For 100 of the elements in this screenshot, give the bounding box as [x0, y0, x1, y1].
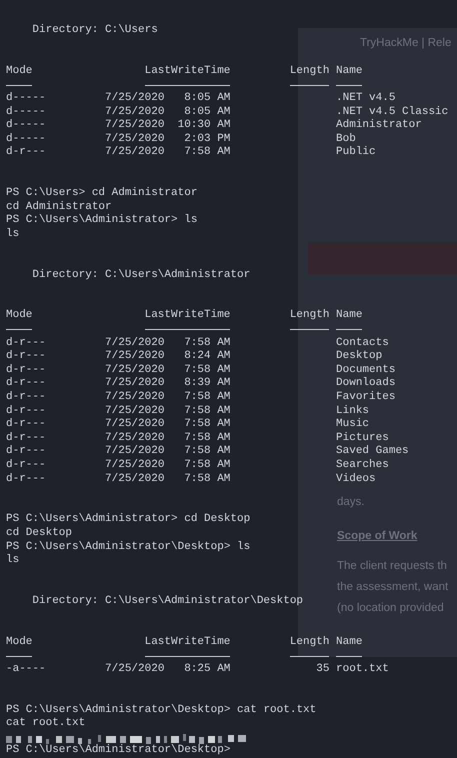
terminal-line: PS C:\Users\Administrator> cd Desktop	[6, 513, 250, 527]
column-header: Mode	[6, 309, 34, 324]
terminal-line: PS C:\Users> cd Administrator	[6, 187, 198, 201]
table-cell-text: 7:58 AM	[183, 336, 230, 350]
table-cell: 7/25/2020	[105, 459, 164, 473]
table-cell: Favorites	[336, 391, 396, 405]
paragraph-text: (no location provided	[337, 601, 444, 616]
terminal-line: PS C:\Users\Administrator\Desktop>	[6, 744, 230, 758]
table-cell-text: d-r---	[6, 418, 47, 432]
table-cell-text: d-----	[6, 119, 47, 133]
table-cell-text: d-r---	[6, 364, 47, 377]
terminal-line: cd Administrator	[6, 200, 112, 214]
column-header: Length	[288, 309, 330, 324]
column-header: Name	[336, 636, 362, 650]
table-cell-text: 7/25/2020	[105, 404, 164, 418]
table-cell-text: 7/25/2020	[105, 432, 164, 445]
terminal-line: cat root.txt	[6, 717, 86, 731]
terminal-line: PS C:\Users\Administrator> ls	[6, 214, 198, 228]
table-cell: 7/25/2020	[105, 418, 164, 432]
column-header: Name	[336, 64, 362, 78]
table-cell: Videos	[336, 472, 376, 486]
column-header: Name	[336, 309, 362, 324]
table-cell-text: d-r---	[6, 391, 47, 405]
table-cell-text: .NET v4.5 Classic	[336, 106, 448, 119]
table-cell-text: 7:58 AM	[183, 432, 230, 446]
table-cell-text: 2:03 PM	[183, 132, 230, 146]
table-cell-text: 7/25/2020	[105, 106, 164, 119]
column-header: LastWriteTime	[144, 309, 230, 324]
table-cell-text: d-----	[6, 132, 47, 146]
table-cell-text: Downloads	[336, 377, 396, 391]
table-cell: Searches	[336, 459, 389, 473]
table-cell-text: d-r---	[6, 472, 47, 486]
table-cell: Saved Games	[336, 445, 409, 459]
table-cell: .NET v4.5	[336, 92, 396, 106]
table-cell: 7/25/2020	[105, 662, 164, 676]
table-cell-text: Pictures	[336, 432, 389, 445]
table-cell: Public	[336, 146, 376, 160]
terminal-line: PS C:\Users\Administrator\Desktop> cat root.txt	[6, 704, 316, 718]
table-cell-text: 8:25 AM	[183, 662, 230, 676]
table-cell-text: 7:58 AM	[183, 472, 230, 486]
table-cell-text: 7:58 AM	[183, 404, 230, 418]
table-cell-text: d-r---	[6, 445, 47, 459]
table-cell: 7/25/2020	[105, 119, 164, 133]
column-header: LastWriteTime	[144, 636, 230, 650]
directory-heading: Directory: C:\Users	[32, 24, 158, 38]
table-cell-text: d-r---	[6, 350, 47, 364]
table-cell-text: 8:05 AM	[183, 92, 230, 106]
paragraph-text: days.	[337, 495, 364, 510]
table-cell-text: -a----	[6, 662, 47, 676]
table-cell: 7/25/2020	[105, 350, 164, 364]
table-cell: 7/25/2020	[105, 146, 164, 160]
table-cell: Desktop	[336, 350, 382, 364]
table-cell: 7/25/2020	[105, 472, 164, 486]
column-header: Mode	[6, 636, 34, 650]
terminal-line: cd Desktop	[6, 526, 72, 541]
table-cell-text: d-r---	[6, 146, 47, 160]
terminal-line: PS C:\Users\Administrator\Desktop> ls	[6, 540, 250, 554]
column-header: Length	[288, 64, 330, 78]
table-cell-text: d-r---	[6, 377, 47, 391]
table-cell-text: Contacts	[336, 336, 389, 350]
table-cell-text: d-r---	[6, 432, 47, 445]
directory-heading: Directory: C:\Users\Administrator	[32, 268, 250, 282]
table-cell-text: 7/25/2020	[105, 132, 164, 146]
paragraph-text: the assessment, want	[337, 580, 448, 595]
table-cell-text: 7/25/2020	[105, 377, 164, 391]
table-cell-text: d-----	[6, 92, 47, 106]
table-cell-text: 7/25/2020	[105, 364, 164, 377]
table-cell-text: d-r---	[6, 459, 47, 473]
directory-heading: Directory: C:\Users\Administrator\Desktop	[32, 594, 304, 609]
table-cell-text: 7:58 AM	[183, 418, 230, 432]
terminal-line: ls	[6, 228, 20, 242]
table-cell-text: 7:58 AM	[183, 391, 230, 405]
table-cell-text: 8:24 AM	[183, 350, 230, 364]
table-cell-text: 7:58 AM	[183, 445, 230, 459]
table-cell-text: d-----	[6, 106, 47, 119]
table-cell-text: Documents	[336, 364, 396, 377]
terminal-line: ls	[6, 554, 20, 568]
table-cell-text: 8:39 AM	[183, 377, 230, 392]
table-cell-text: 7:58 AM	[183, 459, 230, 473]
tab-title: TryHackMe | Rele	[360, 37, 452, 49]
table-cell-text: Links	[336, 404, 370, 418]
table-cell-text: Bob	[336, 132, 356, 146]
section-heading: Scope of Work	[337, 530, 418, 542]
column-header: Mode	[6, 64, 34, 78]
table-cell-text: d-r---	[6, 404, 47, 418]
table-cell: Administrator	[336, 119, 422, 133]
column-header: Length	[288, 636, 330, 650]
table-cell-text: 10:30 AM	[176, 119, 230, 133]
table-cell-text: 7:58 AM	[183, 146, 230, 160]
table-cell: 35	[316, 662, 330, 676]
table-cell: root.txt	[336, 662, 389, 676]
table-cell-text: d-r---	[6, 336, 47, 350]
paragraph-text: The client requests th	[337, 559, 447, 574]
table-cell-text: 7/25/2020	[105, 336, 164, 350]
table-cell-text: 8:05 AM	[183, 106, 230, 120]
table-cell: 7/25/2020	[105, 92, 164, 106]
table-cell: Music	[336, 418, 370, 432]
table-cell: 7/25/2020	[105, 391, 164, 405]
table-cell-text: 7:58 AM	[183, 364, 230, 378]
table-cell: 7/25/2020	[105, 445, 164, 459]
